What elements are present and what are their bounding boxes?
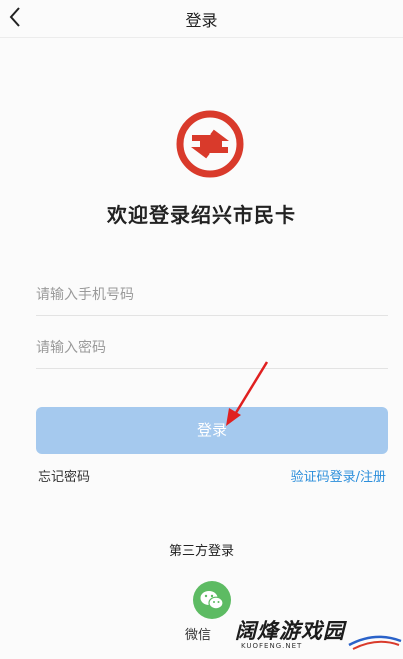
page-title: 登录 bbox=[185, 11, 218, 30]
watermark-title: 阔烽游戏园 bbox=[235, 619, 345, 643]
wechat-icon bbox=[200, 591, 224, 610]
welcome-heading: 欢迎登录绍兴市民卡 bbox=[107, 203, 296, 227]
forgot-password-link[interactable]: 忘记密码 bbox=[38, 466, 90, 485]
phone-input[interactable] bbox=[36, 275, 388, 315]
password-field-container bbox=[36, 328, 388, 369]
password-input[interactable] bbox=[36, 328, 388, 368]
watermark-swoosh-icon bbox=[348, 635, 402, 650]
phone-field-container bbox=[36, 275, 388, 316]
watermark-subtitle: KUOFENG.NET bbox=[241, 642, 303, 650]
wechat-label: 微信 bbox=[185, 628, 212, 643]
wechat-login-button[interactable] bbox=[193, 581, 231, 619]
watermark: 阔烽游戏园 KUOFENG.NET bbox=[235, 615, 403, 659]
login-button[interactable]: 登录 bbox=[36, 407, 388, 454]
third-party-login-title: 第三方登录 bbox=[168, 544, 234, 559]
top-bar: 登录 bbox=[0, 0, 403, 38]
sms-login-register-link[interactable]: 验证码登录/注册 bbox=[291, 466, 386, 485]
shaoxing-citizen-card-logo-icon bbox=[176, 110, 244, 178]
